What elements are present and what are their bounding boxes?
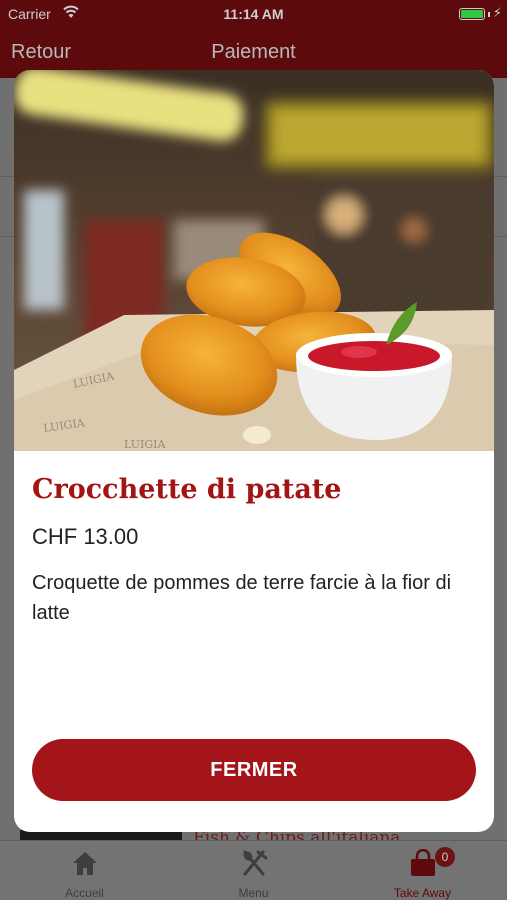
battery-icon — [459, 8, 485, 20]
cart-count-badge: 0 — [435, 847, 455, 867]
svg-text:LUIGIA: LUIGIA — [124, 438, 166, 451]
tab-accueil[interactable]: Accueil — [0, 841, 169, 900]
page-title: Paiement — [211, 41, 296, 63]
fork-knife-icon — [243, 850, 267, 876]
home-icon — [72, 852, 97, 875]
tab-menu[interactable]: Menu — [169, 841, 338, 900]
product-price: CHF 13.00 — [32, 524, 139, 549]
tab-label: Accueil — [65, 886, 104, 900]
tab-label: Take Away — [393, 886, 452, 900]
product-name: Crocchette di patate — [32, 474, 342, 505]
shopping-bag-icon — [410, 849, 435, 876]
tab-bar: Accueil Menu 0 Take Away — [0, 840, 507, 900]
tab-label: Menu — [238, 886, 269, 900]
product-description: Croquette de pommes de terre farcie à la… — [32, 572, 452, 624]
charging-icon: ⚡ — [492, 5, 502, 20]
clock: 11:14 AM — [223, 6, 284, 22]
product-photo: LUIGIA LUIGIA LUIGIA — [14, 70, 494, 451]
close-button[interactable]: FERMER — [32, 739, 476, 801]
status-bar: Carrier 11:14 AM ⚡ — [0, 0, 507, 28]
product-detail-modal: LUIGIA LUIGIA LUIGIA Crocchette di patat… — [14, 70, 494, 832]
tab-take-away[interactable]: 0 Take Away — [338, 841, 507, 900]
